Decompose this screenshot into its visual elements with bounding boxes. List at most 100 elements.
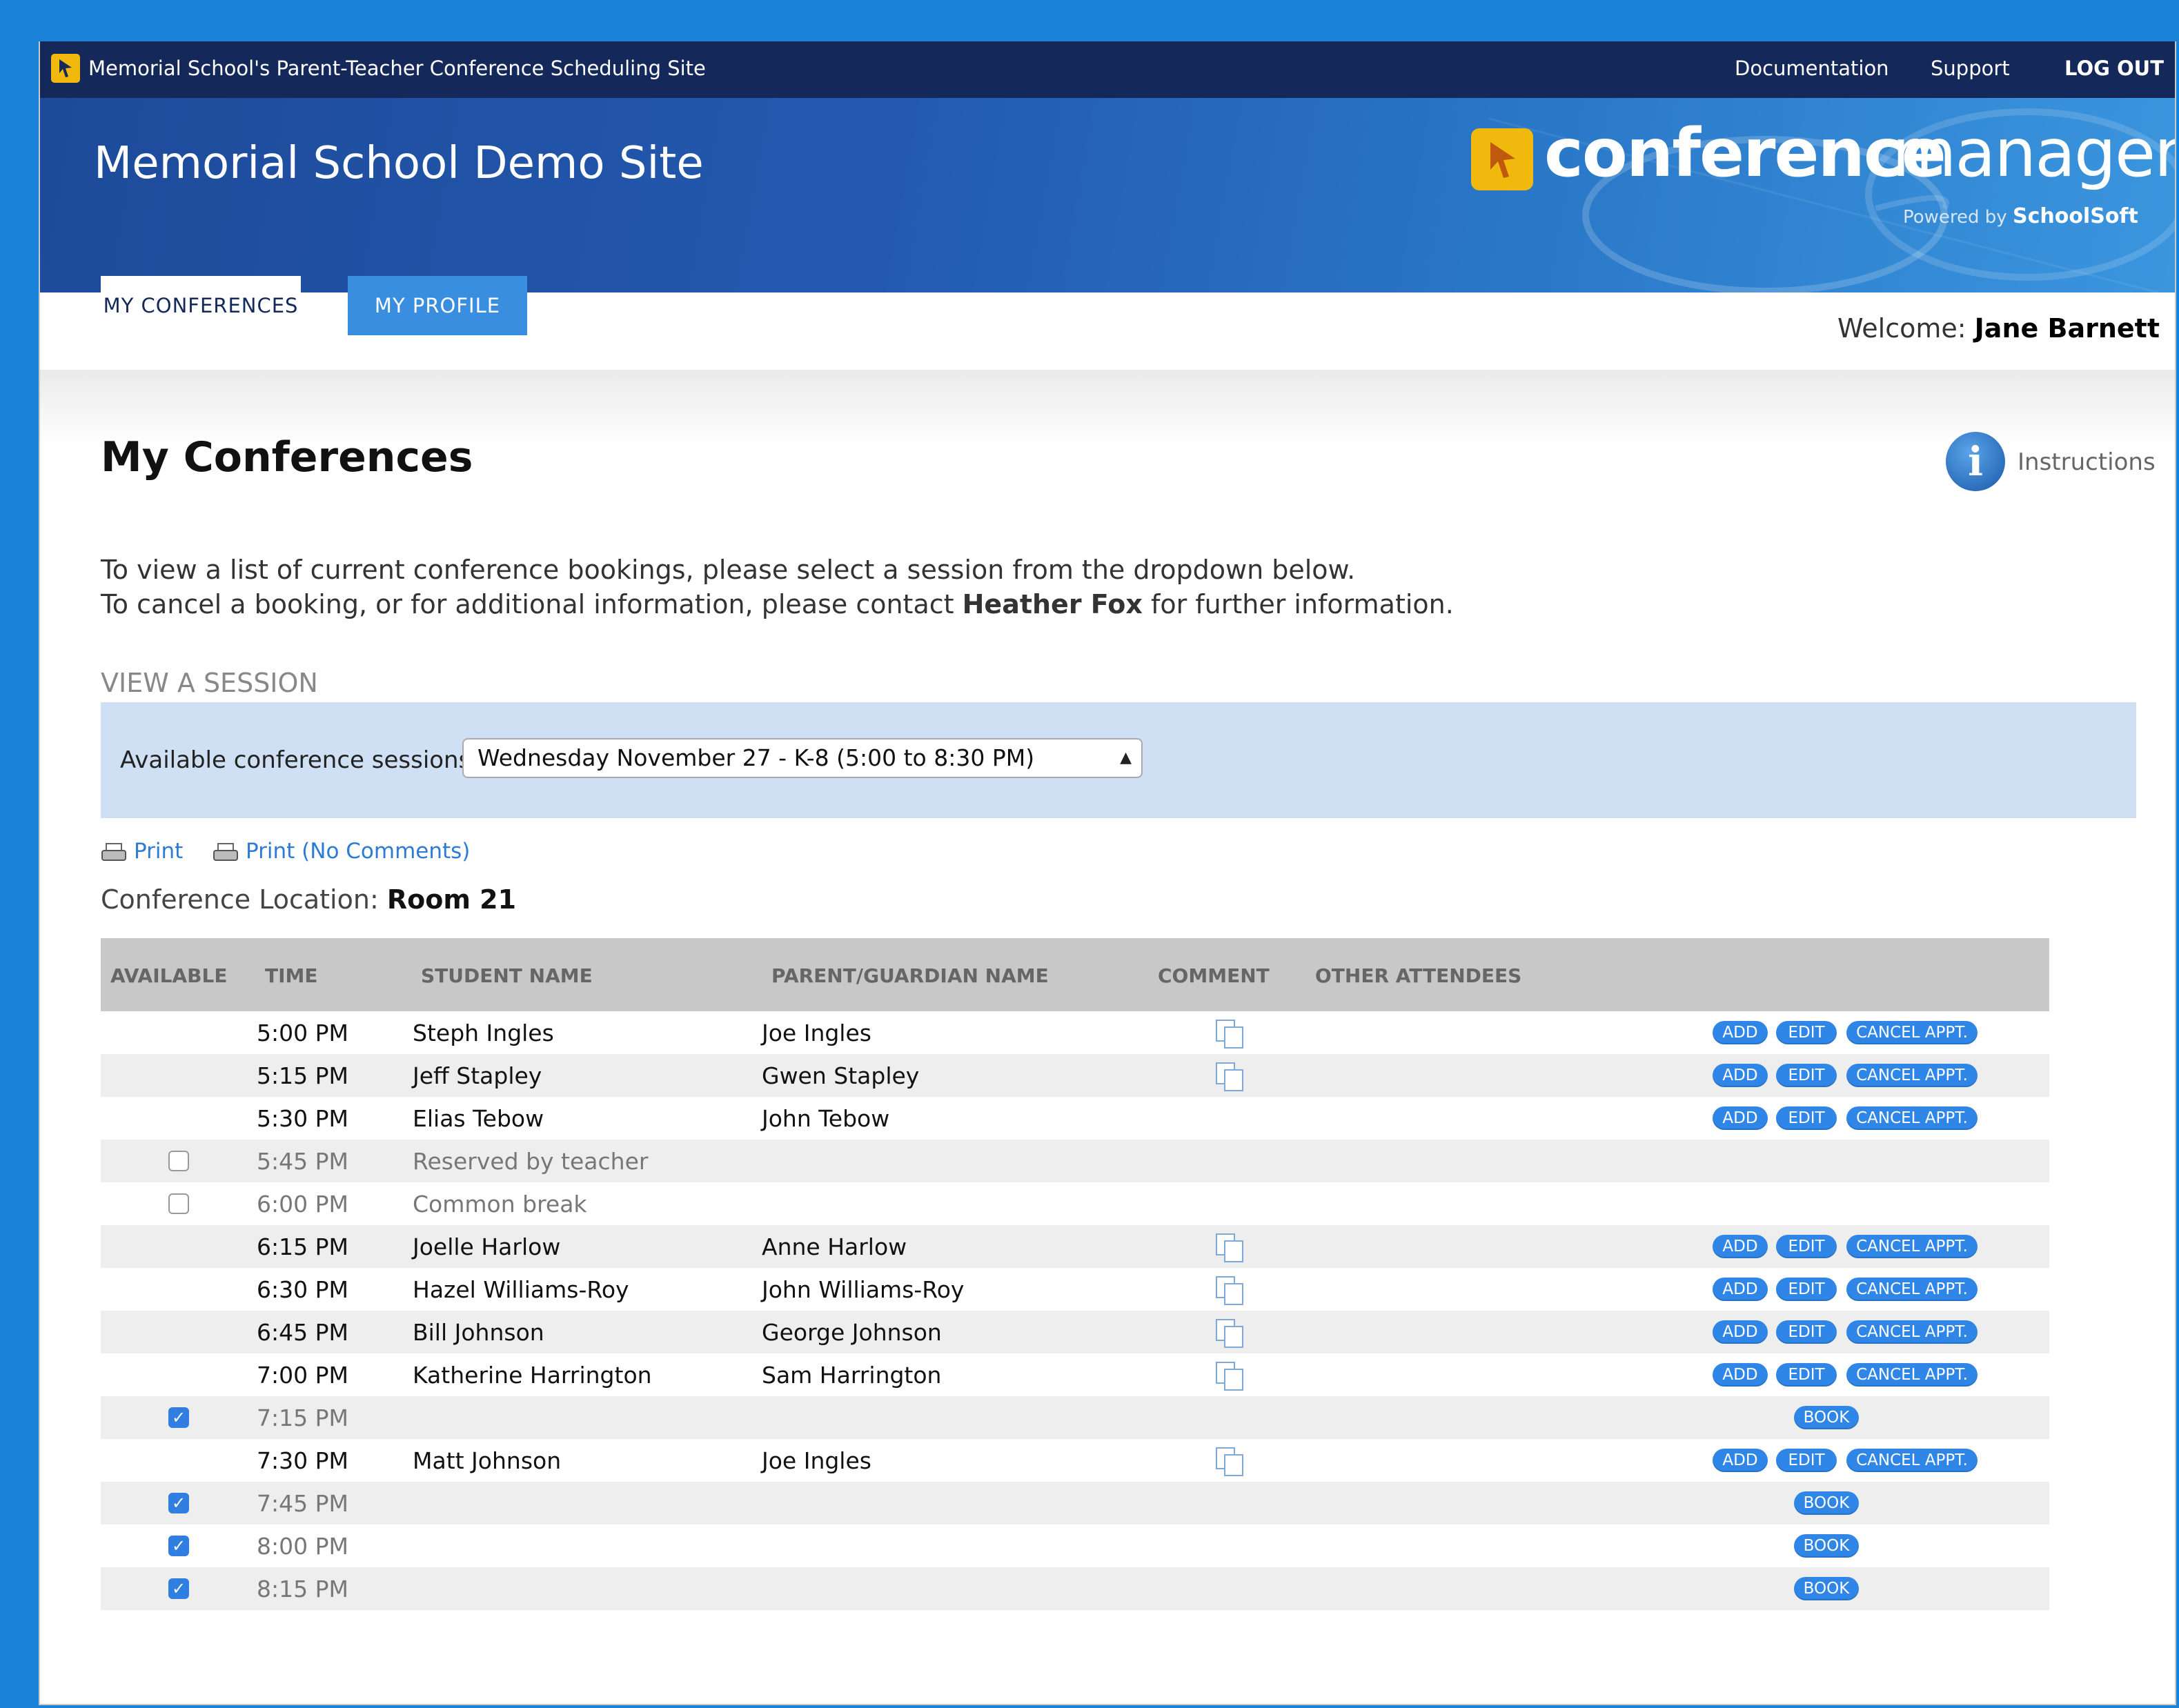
- add-button[interactable]: ADD: [1713, 1278, 1768, 1301]
- student-name-cell: Katherine Harrington: [413, 1362, 652, 1389]
- support-link[interactable]: Support: [1931, 57, 2010, 80]
- logout-link[interactable]: LOG OUT: [2064, 57, 2164, 80]
- book-button[interactable]: BOOK: [1794, 1491, 1859, 1515]
- available-checkbox[interactable]: ✓: [168, 1493, 189, 1513]
- student-name-cell: Hazel Williams-Roy: [413, 1276, 629, 1303]
- cancel-appointment-button[interactable]: CANCEL APPT.: [1846, 1320, 1978, 1344]
- table-row: 6:15 PM Joelle Harlow Anne Harlow ADD EDIT CA…: [101, 1225, 2049, 1268]
- print-no-comments-link[interactable]: Print (No Comments): [213, 839, 470, 864]
- table-row: 5:45 PM Reserved by teacher: [101, 1140, 2049, 1182]
- tab-my-profile[interactable]: MY PROFILE: [348, 276, 527, 335]
- available-checkbox[interactable]: ✓: [168, 1578, 189, 1599]
- comment-icon[interactable]: [1214, 1232, 1246, 1264]
- comment-icon[interactable]: [1214, 1318, 1246, 1349]
- student-name-cell: Matt Johnson: [413, 1447, 562, 1474]
- edit-button[interactable]: EDIT: [1776, 1320, 1837, 1344]
- time-cell: 8:00 PM: [257, 1533, 348, 1560]
- available-checkbox[interactable]: [168, 1151, 189, 1171]
- session-panel: Available conference sessions Wednesday …: [101, 702, 2136, 818]
- table-row: 6:45 PM Bill Johnson George Johnson ADD EDIT…: [101, 1311, 2049, 1353]
- book-button[interactable]: BOOK: [1794, 1406, 1859, 1429]
- table-row: 6:00 PM Common break: [101, 1182, 2049, 1225]
- header-time: TIME: [265, 964, 318, 987]
- add-button[interactable]: ADD: [1713, 1106, 1768, 1130]
- time-cell: 7:30 PM: [257, 1447, 348, 1474]
- parent-name-cell: John Williams-Roy: [762, 1276, 965, 1303]
- edit-button[interactable]: EDIT: [1776, 1021, 1837, 1044]
- cancel-appointment-button[interactable]: CANCEL APPT.: [1846, 1363, 1978, 1387]
- intro-text-1: To view a list of current conference boo…: [101, 555, 1356, 585]
- add-button[interactable]: ADD: [1713, 1021, 1768, 1044]
- edit-button[interactable]: EDIT: [1776, 1106, 1837, 1130]
- comment-icon[interactable]: [1214, 1446, 1246, 1478]
- cancel-appointment-button[interactable]: CANCEL APPT.: [1846, 1278, 1978, 1301]
- tab-my-conferences[interactable]: MY CONFERENCES: [101, 276, 301, 335]
- header-parent: PARENT/GUARDIAN NAME: [771, 964, 1049, 987]
- available-checkbox[interactable]: ✓: [168, 1536, 189, 1556]
- site-name: Memorial School's Parent-Teacher Confere…: [88, 57, 706, 80]
- parent-name-cell: George Johnson: [762, 1319, 942, 1346]
- student-name-cell: Steph Ingles: [413, 1020, 554, 1046]
- book-button[interactable]: BOOK: [1794, 1534, 1859, 1558]
- print-link[interactable]: Print: [101, 839, 183, 864]
- comment-icon[interactable]: [1214, 1061, 1246, 1093]
- parent-name-cell: Joe Ingles: [762, 1447, 871, 1474]
- header-banner: Memorial School Demo Site conference man…: [40, 98, 2175, 292]
- documentation-link[interactable]: Documentation: [1735, 57, 1889, 80]
- add-button[interactable]: ADD: [1713, 1363, 1768, 1387]
- edit-button[interactable]: EDIT: [1776, 1449, 1837, 1472]
- table-row: 5:30 PM Elias Tebow John Tebow ADD EDIT CANCE…: [101, 1097, 2049, 1140]
- edit-button[interactable]: EDIT: [1776, 1363, 1837, 1387]
- cancel-appointment-button[interactable]: CANCEL APPT.: [1846, 1235, 1978, 1258]
- comment-icon[interactable]: [1214, 1018, 1246, 1050]
- header-available: AVAILABLE: [110, 964, 228, 987]
- comment-icon[interactable]: [1214, 1360, 1246, 1392]
- table-row: ✓ 7:45 PM BOOK: [101, 1482, 2049, 1525]
- time-cell: 7:15 PM: [257, 1404, 348, 1431]
- welcome-message: Welcome: Jane Barnett: [1837, 313, 2160, 344]
- time-cell: 7:45 PM: [257, 1490, 348, 1517]
- site-title: Memorial School Demo Site: [94, 138, 704, 189]
- edit-button[interactable]: EDIT: [1776, 1278, 1837, 1301]
- location-label: Conference Location:: [101, 884, 379, 915]
- powered-by: Powered by SchoolSoft: [1903, 204, 2138, 228]
- table-row: 5:00 PM Steph Ingles Joe Ingles ADD EDIT CANC…: [101, 1011, 2049, 1054]
- intro-text-2-pre: To cancel a booking, or for additional i…: [101, 589, 954, 619]
- table-row: 5:15 PM Jeff Stapley Gwen Stapley ADD EDIT CA…: [101, 1054, 2049, 1097]
- cancel-appointment-button[interactable]: CANCEL APPT.: [1846, 1021, 1978, 1044]
- powered-by-company: SchoolSoft: [2012, 204, 2138, 228]
- location-value: Room 21: [386, 884, 517, 915]
- add-button[interactable]: ADD: [1713, 1235, 1768, 1258]
- time-cell: 7:00 PM: [257, 1362, 348, 1389]
- browser-page: Memorial School's Parent-Teacher Confere…: [39, 41, 2176, 1705]
- edit-button[interactable]: EDIT: [1776, 1235, 1837, 1258]
- student-name-cell: Reserved by teacher: [413, 1148, 649, 1175]
- parent-name-cell: Joe Ingles: [762, 1020, 871, 1046]
- add-button[interactable]: ADD: [1713, 1449, 1768, 1472]
- book-button[interactable]: BOOK: [1794, 1577, 1859, 1600]
- session-selected-value: Wednesday November 27 - K-8 (5:00 to 8:3…: [477, 744, 1035, 771]
- time-cell: 6:00 PM: [257, 1191, 348, 1218]
- time-cell: 5:00 PM: [257, 1020, 348, 1046]
- cancel-appointment-button[interactable]: CANCEL APPT.: [1846, 1106, 1978, 1130]
- add-button[interactable]: ADD: [1713, 1320, 1768, 1344]
- intro-text-2: To cancel a booking, or for additional i…: [101, 589, 1454, 619]
- available-checkbox[interactable]: ✓: [168, 1407, 189, 1428]
- parent-name-cell: Gwen Stapley: [762, 1062, 920, 1089]
- time-cell: 5:45 PM: [257, 1148, 348, 1175]
- session-select[interactable]: Wednesday November 27 - K-8 (5:00 to 8:3…: [462, 738, 1143, 778]
- cancel-appointment-button[interactable]: CANCEL APPT.: [1846, 1064, 1978, 1087]
- header-other-attendees: OTHER ATTENDEES: [1315, 964, 1522, 987]
- parent-name-cell: Anne Harlow: [762, 1233, 907, 1260]
- welcome-label: Welcome:: [1837, 313, 1966, 344]
- edit-button[interactable]: EDIT: [1776, 1064, 1837, 1087]
- table-row: 7:30 PM Matt Johnson Joe Ingles ADD EDIT CANC…: [101, 1439, 2049, 1482]
- time-cell: 6:15 PM: [257, 1233, 348, 1260]
- powered-by-label: Powered by: [1903, 207, 2007, 228]
- cancel-appointment-button[interactable]: CANCEL APPT.: [1846, 1449, 1978, 1472]
- comment-icon[interactable]: [1214, 1275, 1246, 1307]
- instructions-link[interactable]: Instructions: [2018, 448, 2156, 476]
- info-icon[interactable]: i: [1946, 432, 2005, 491]
- available-checkbox[interactable]: [168, 1193, 189, 1214]
- add-button[interactable]: ADD: [1713, 1064, 1768, 1087]
